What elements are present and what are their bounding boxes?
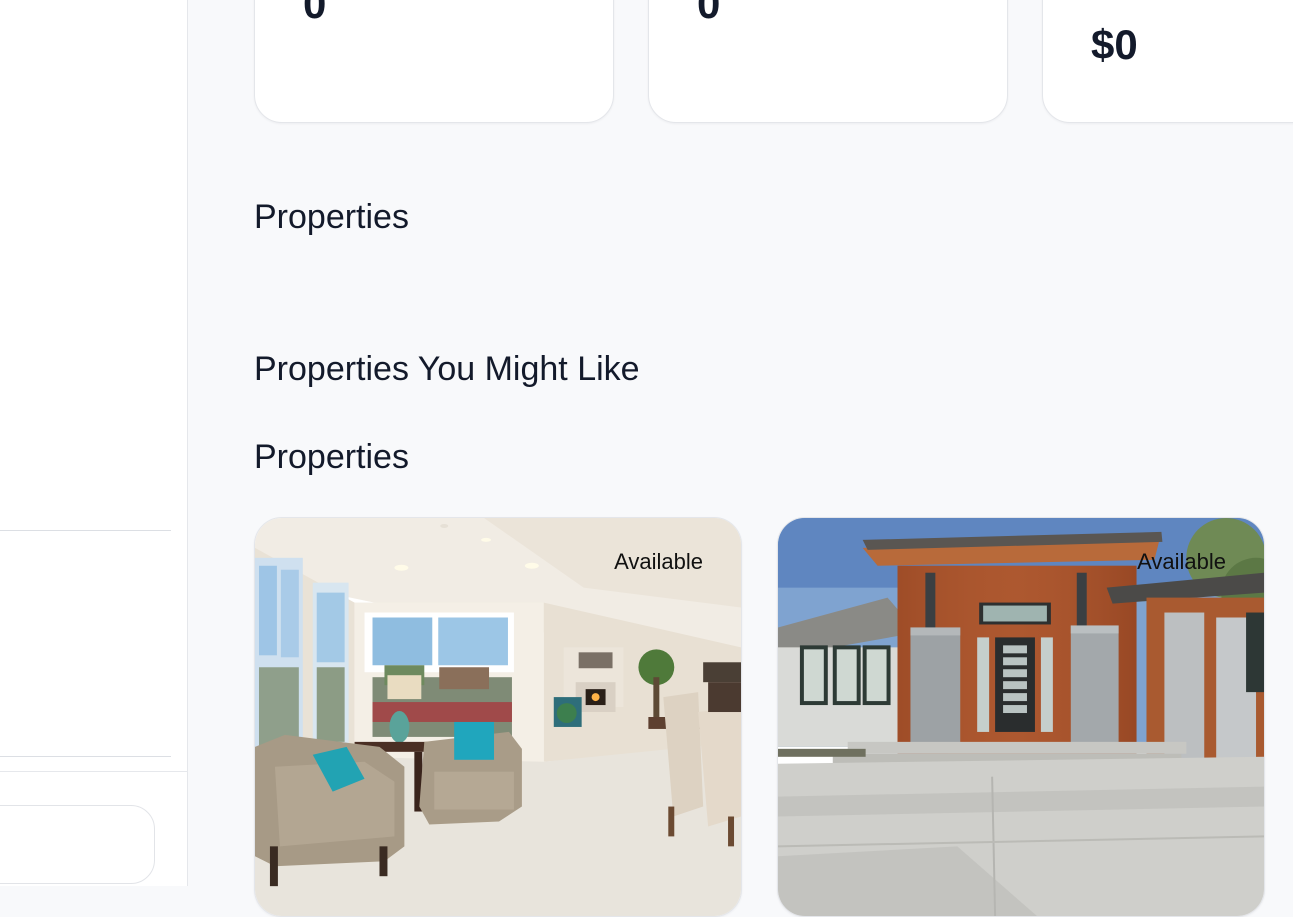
properties-heading: Properties — [254, 198, 409, 236]
properties-list-heading: Properties — [254, 438, 409, 476]
status-badge: Available — [1137, 549, 1226, 574]
sidebar-divider — [0, 530, 171, 531]
status-badge: Available — [614, 549, 703, 574]
sidebar — [0, 0, 188, 886]
stat-value: 0 — [697, 0, 721, 27]
sidebar-divider — [0, 756, 171, 757]
recommended-properties-heading: Properties You Might Like — [254, 350, 640, 388]
living-room-photo-icon — [255, 518, 741, 916]
sidebar-footer-button[interactable] — [0, 805, 155, 884]
sidebar-footer-divider — [0, 771, 188, 772]
stat-card: 0 — [648, 0, 1008, 123]
property-card[interactable]: Available — [777, 517, 1265, 917]
property-card[interactable]: Available — [254, 517, 742, 917]
house-exterior-photo-icon — [778, 518, 1264, 916]
stat-card: $0 — [1042, 0, 1293, 123]
stat-value: $0 — [1091, 21, 1138, 68]
stat-card: 0 — [254, 0, 614, 123]
stat-value: 0 — [303, 0, 327, 27]
